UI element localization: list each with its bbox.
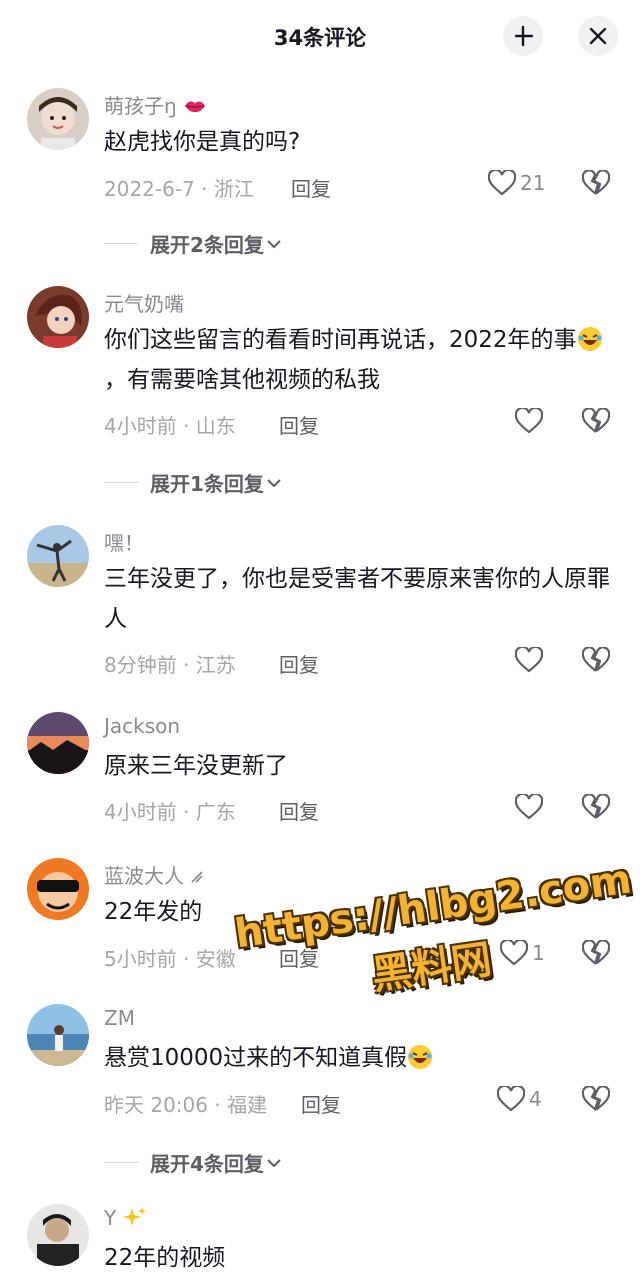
chevron-down-icon (267, 239, 281, 248)
avatar[interactable] (27, 712, 89, 774)
reply-button[interactable]: 回复 (279, 649, 319, 678)
avatar[interactable] (27, 286, 89, 348)
collapse-icon (514, 25, 534, 47)
username[interactable]: 萌孩子ŋ (104, 94, 177, 118)
expand-replies-label: 展开1条回复 (150, 472, 264, 496)
broken-heart-icon (581, 793, 611, 819)
heart-icon (488, 170, 516, 196)
username[interactable]: 嘿！ (104, 527, 144, 556)
avatar[interactable] (27, 858, 89, 920)
comment-text: 你们这些留言的看看时间再说话，2022年的事 (104, 327, 577, 353)
dislike-button[interactable] (581, 646, 611, 677)
comment-meta: 2022-6-7 · 浙江 (104, 177, 254, 201)
verified-wave-icon (191, 871, 203, 883)
expand-replies-button[interactable]: 展开4条回复 (104, 1148, 282, 1177)
broken-heart-icon (581, 407, 611, 433)
avatar[interactable] (27, 1004, 89, 1066)
dislike-button[interactable] (581, 169, 611, 200)
dislike-button[interactable] (581, 793, 611, 824)
broken-heart-icon (581, 1085, 611, 1111)
divider (104, 482, 138, 483)
dislike-button[interactable] (581, 1085, 611, 1116)
comment-text: 赵虎找你是真的吗? (104, 129, 301, 155)
comments-header: 34条评论 (0, 0, 640, 72)
dislike-button[interactable] (581, 407, 611, 438)
expand-replies-label: 展开2条回复 (150, 233, 264, 257)
avatar[interactable] (27, 1204, 89, 1266)
chevron-down-icon (267, 478, 281, 487)
heart-icon (515, 408, 543, 434)
comment-meta: 昨天 20:06 · 福建 (104, 1093, 268, 1117)
comment-meta: 4小时前 · 山东 (104, 414, 236, 438)
like-count: 4 (529, 1087, 542, 1111)
reply-button[interactable]: 回复 (279, 410, 319, 439)
broken-heart-icon (581, 169, 611, 195)
reply-button[interactable]: 回复 (291, 173, 331, 202)
comment-text-continued: ，有需要啥其他视频的私我 (104, 367, 380, 393)
expand-replies-button[interactable]: 展开1条回复 (104, 468, 282, 497)
like-count: 21 (520, 171, 546, 195)
avatar[interactable] (27, 88, 89, 150)
like-button[interactable] (515, 794, 543, 820)
comment-text: 悬赏10000过来的不知道真假 (104, 1045, 408, 1071)
expand-replies-label: 展开4条回复 (150, 1152, 264, 1176)
heart-icon (515, 794, 543, 820)
sparkles-icon (122, 1207, 146, 1226)
like-button[interactable] (515, 408, 543, 434)
reply-button[interactable]: 回复 (279, 796, 319, 825)
laughing-crying-emoji-icon (408, 1045, 433, 1069)
watermark: https://hlbg2.com 黑料网 (232, 856, 640, 1019)
expand-replies-button[interactable]: 展开2条回复 (104, 229, 282, 258)
username[interactable]: ZM (104, 1006, 135, 1030)
like-button[interactable] (515, 647, 543, 673)
heart-icon (515, 647, 543, 673)
broken-heart-icon (581, 646, 611, 672)
comment-meta: 8分钟前 · 江苏 (104, 653, 236, 677)
comment-meta: 5小时前 · 安徽 (104, 947, 236, 971)
username[interactable]: 元气奶嘴 (104, 288, 184, 317)
laughing-crying-emoji-icon (577, 327, 602, 351)
comment-count-title: 34条评论 (273, 26, 367, 50)
comment-meta: 4小时前 · 广东 (104, 800, 236, 824)
divider (104, 1162, 138, 1163)
username[interactable]: 蓝波大人 (104, 864, 184, 888)
divider (104, 243, 138, 244)
lips-icon (185, 101, 206, 113)
username[interactable]: Y (104, 1206, 116, 1230)
heart-icon (497, 1086, 525, 1112)
comment-text: 原来三年没更新了 (104, 753, 288, 779)
like-button[interactable]: 4 (497, 1086, 542, 1112)
close-button[interactable] (578, 16, 618, 56)
reply-button[interactable]: 回复 (301, 1089, 341, 1118)
username[interactable]: Jackson (104, 714, 180, 738)
collapse-button[interactable] (503, 16, 543, 56)
chevron-down-icon (267, 1158, 281, 1167)
avatar[interactable] (27, 525, 89, 587)
comment-text: 三年没更了，你也是受害者不要原来害你的人原罪人 (104, 566, 610, 632)
comment-text: 22年的视频 (104, 1245, 226, 1271)
close-icon (589, 27, 607, 45)
like-button[interactable]: 21 (488, 170, 545, 196)
